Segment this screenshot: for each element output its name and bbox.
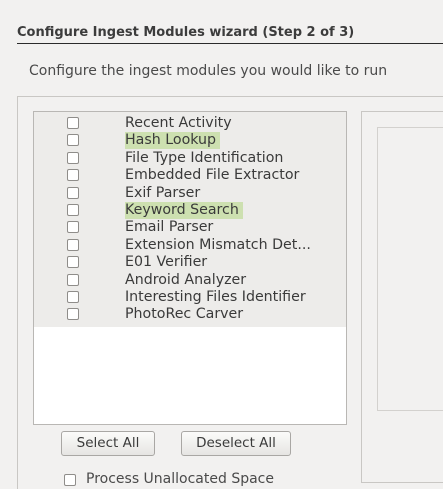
process-unallocated-checkbox[interactable] bbox=[64, 474, 76, 486]
module-row[interactable]: Embedded File Extractor bbox=[34, 167, 346, 184]
module-row[interactable]: Hash Lookup bbox=[34, 132, 346, 150]
module-row[interactable]: File Type Identification bbox=[34, 150, 346, 167]
module-checkbox[interactable] bbox=[67, 134, 79, 147]
module-label: Extension Mismatch Det... bbox=[125, 236, 311, 253]
module-label: Keyword Search bbox=[125, 201, 243, 219]
module-checkbox[interactable] bbox=[67, 273, 79, 286]
ingest-wizard-page: Configure Ingest Modules wizard (Step 2 … bbox=[0, 0, 443, 489]
module-row[interactable]: PhotoRec Carver bbox=[34, 306, 346, 323]
module-checkbox[interactable] bbox=[67, 238, 79, 251]
module-label: Recent Activity bbox=[125, 115, 232, 131]
module-label: PhotoRec Carver bbox=[125, 306, 244, 323]
module-row[interactable]: Interesting Files Identifier bbox=[34, 289, 346, 306]
module-checkbox[interactable] bbox=[67, 186, 79, 199]
wizard-title: Configure Ingest Modules wizard (Step 2 … bbox=[17, 25, 355, 40]
module-checkbox[interactable] bbox=[67, 203, 79, 216]
process-unallocated-label: Process Unallocated Space bbox=[86, 471, 274, 487]
module-row[interactable]: Recent Activity bbox=[34, 115, 346, 132]
module-row[interactable]: Keyword Search bbox=[34, 201, 346, 219]
module-row[interactable]: Extension Mismatch Det... bbox=[34, 237, 346, 254]
module-label: Exif Parser bbox=[125, 184, 201, 201]
select-all-button[interactable]: Select All bbox=[61, 431, 155, 456]
module-checkbox[interactable] bbox=[67, 256, 79, 269]
deselect-all-button[interactable]: Deselect All bbox=[181, 431, 291, 456]
module-row[interactable]: Android Analyzer bbox=[34, 272, 346, 289]
module-label: File Type Identification bbox=[125, 149, 284, 166]
module-checkbox[interactable] bbox=[67, 151, 79, 164]
module-row[interactable]: E01 Verifier bbox=[34, 254, 346, 271]
module-checkbox[interactable] bbox=[67, 117, 79, 129]
wizard-subtitle: Configure the ingest modules you would l… bbox=[29, 63, 388, 79]
module-settings-area bbox=[377, 127, 443, 411]
ingest-module-rows: Recent Activity Hash Lookup File Type Iden… bbox=[34, 112, 346, 327]
module-checkbox[interactable] bbox=[67, 308, 79, 321]
module-checkbox[interactable] bbox=[67, 169, 79, 182]
module-checkbox[interactable] bbox=[67, 290, 79, 303]
module-checkbox[interactable] bbox=[67, 221, 79, 234]
module-label: Email Parser bbox=[125, 219, 214, 236]
module-label: Interesting Files Identifier bbox=[125, 288, 306, 305]
ingest-module-list[interactable]: Recent Activity Hash Lookup File Type Iden… bbox=[33, 111, 347, 425]
module-row[interactable]: Email Parser bbox=[34, 219, 346, 236]
module-label: Embedded File Extractor bbox=[125, 167, 300, 184]
title-divider bbox=[17, 43, 443, 44]
module-label: E01 Verifier bbox=[125, 254, 208, 271]
module-row[interactable]: Exif Parser bbox=[34, 185, 346, 202]
module-label: Android Analyzer bbox=[125, 271, 247, 288]
module-label: Hash Lookup bbox=[125, 132, 221, 150]
